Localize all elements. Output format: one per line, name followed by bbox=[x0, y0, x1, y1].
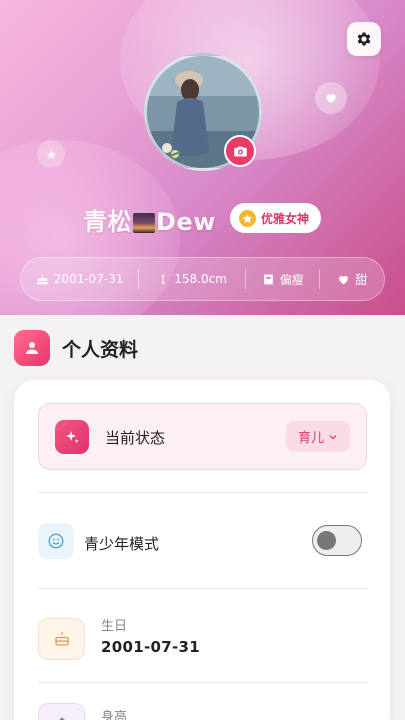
star-icon bbox=[46, 149, 56, 159]
stat-height: 158.0cm bbox=[139, 258, 244, 300]
current-status-row[interactable]: 当前状态 育儿 bbox=[38, 403, 367, 470]
heart-icon bbox=[339, 275, 349, 284]
title-badge[interactable]: 优雅女神 bbox=[230, 203, 322, 233]
stat-body-type: 偏瘦 bbox=[246, 258, 320, 300]
floating-star-decoration bbox=[37, 140, 65, 168]
name-row: 青松 Dew 优雅女神 bbox=[0, 200, 405, 238]
birthday-label: 生日 bbox=[101, 619, 128, 634]
sparkle-icon bbox=[55, 420, 89, 454]
heart-icon bbox=[326, 94, 336, 104]
section-header: 个人资料 bbox=[14, 330, 138, 366]
smile-icon bbox=[38, 523, 74, 559]
height-label: 身高 bbox=[101, 710, 128, 720]
stats-bar: 2001-07-31 158.0cm 偏瘦 甜 bbox=[20, 257, 385, 301]
stat-style: 甜 bbox=[320, 258, 384, 300]
gear-icon bbox=[357, 32, 371, 46]
nickname: 青松 Dew bbox=[83, 208, 216, 236]
star-icon bbox=[239, 209, 256, 227]
profile-page: 青松 Dew 优雅女神 2001-07-31 158.0cm 偏瘦 甜 个人资料… bbox=[0, 0, 405, 720]
settings-button[interactable] bbox=[347, 22, 381, 56]
nickname-sunset-emoji bbox=[133, 213, 155, 233]
user-icon bbox=[14, 330, 50, 366]
cake-icon bbox=[37, 273, 48, 284]
profile-hero: 青松 Dew 优雅女神 2001-07-31 158.0cm 偏瘦 甜 bbox=[0, 0, 405, 315]
body-icon bbox=[263, 274, 273, 284]
cake-icon bbox=[38, 618, 85, 660]
status-label: 当前状态 bbox=[105, 429, 166, 447]
change-avatar-button[interactable] bbox=[224, 135, 256, 167]
stat-birthday: 2001-07-31 bbox=[21, 258, 138, 300]
toggle-knob bbox=[317, 531, 336, 550]
chevron-down-icon bbox=[329, 434, 337, 440]
status-select[interactable]: 育儿 bbox=[285, 421, 350, 452]
section-title: 个人资料 bbox=[62, 338, 139, 361]
birthday-value[interactable]: 2001-07-31 bbox=[101, 638, 200, 656]
height-icon bbox=[161, 274, 166, 284]
camera-icon bbox=[233, 146, 247, 156]
teen-mode-label: 青少年模式 bbox=[84, 535, 160, 553]
teen-mode-toggle[interactable] bbox=[312, 525, 362, 556]
profile-info-card: 当前状态 育儿 青少年模式 生日 2001-07-31 身高 bbox=[14, 380, 390, 720]
height-icon bbox=[38, 703, 85, 720]
floating-heart-decoration bbox=[315, 82, 347, 114]
